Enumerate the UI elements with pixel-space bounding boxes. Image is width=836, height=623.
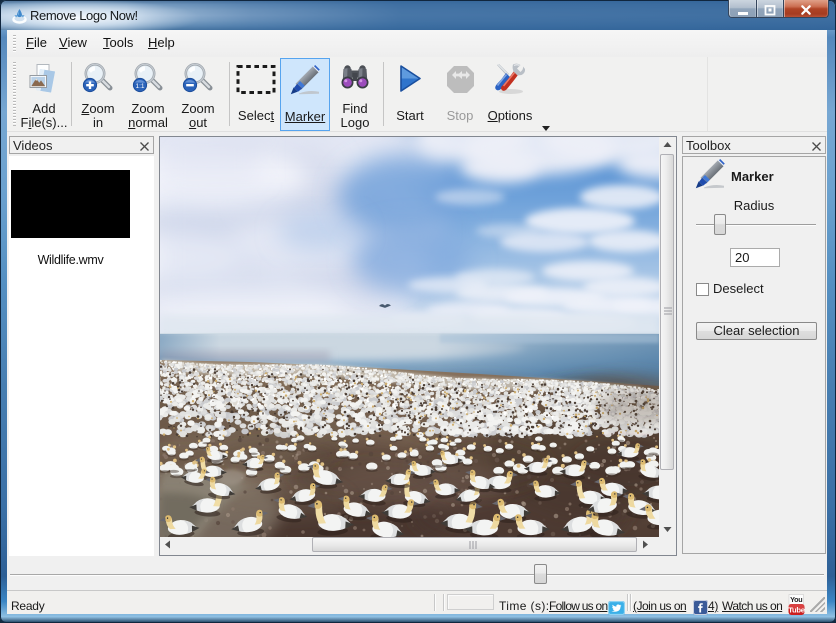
svg-text:1:1: 1:1	[135, 83, 144, 90]
